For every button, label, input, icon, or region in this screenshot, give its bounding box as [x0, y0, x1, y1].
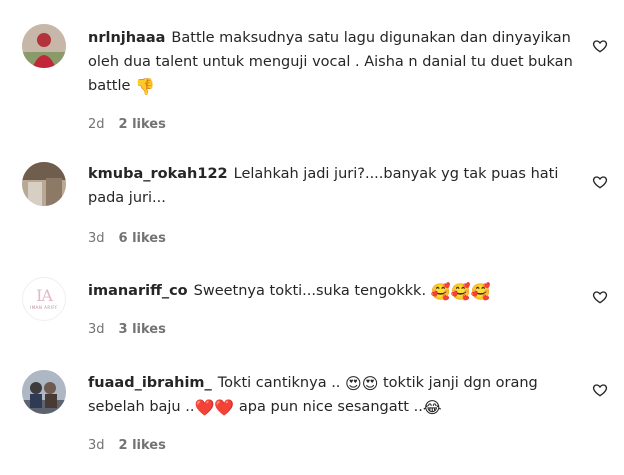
- heart-outline-icon[interactable]: [592, 382, 608, 398]
- comment-body: imanariff_co Sweetnya tokti...suka tengok…: [88, 279, 578, 303]
- comment-meta: 3d 2 likes: [88, 438, 166, 453]
- avatar-logo-subtitle: IMAN ARIFF: [30, 305, 58, 310]
- comment-item: IA IMAN ARIFF imanariff_co Sweetnya tokti…: [0, 260, 624, 355]
- comment-text: Sweetnya tokti...suka tengokkk.: [193, 283, 427, 299]
- comment-body: kmuba_rokah122 Lelahkah jadi juri?....ban…: [88, 162, 578, 210]
- comment-body: fuaad_ibrahim_ Tokti cantiknya .. 😍😍 tokt…: [88, 371, 578, 419]
- comment-likes[interactable]: 2 likes: [119, 117, 166, 132]
- comment-meta: 3d 3 likes: [88, 322, 166, 337]
- comment-likes[interactable]: 2 likes: [119, 438, 166, 453]
- avatar[interactable]: [22, 162, 66, 206]
- comment-username[interactable]: kmuba_rokah122: [88, 166, 228, 182]
- avatar-logo-letters: IA: [36, 286, 53, 305]
- comment-meta: 2d 2 likes: [88, 117, 166, 132]
- comment-text: apa pun nice sesangatt ..: [238, 399, 423, 415]
- comment-text: Tokti cantiknya ..: [217, 375, 341, 391]
- avatar[interactable]: [22, 370, 66, 414]
- comment-emoji: 😂: [422, 398, 442, 417]
- comment-username[interactable]: nrlnjhaaa: [88, 30, 165, 46]
- heart-outline-icon[interactable]: [592, 174, 608, 190]
- comment-item: nrlnjhaaa Battle maksudnya satu lagu digu…: [0, 0, 624, 140]
- comment-username[interactable]: fuaad_ibrahim_: [88, 375, 212, 391]
- comment-likes[interactable]: 6 likes: [119, 231, 166, 246]
- avatar[interactable]: IA IMAN ARIFF: [22, 277, 66, 321]
- heart-outline-icon[interactable]: [592, 38, 608, 54]
- comment-meta: 3d 6 likes: [88, 231, 166, 246]
- heart-outline-icon[interactable]: [592, 289, 608, 305]
- avatar[interactable]: [22, 24, 66, 68]
- comment-time[interactable]: 3d: [88, 438, 105, 453]
- comment-item: kmuba_rokah122 Lelahkah jadi juri?....ban…: [0, 140, 624, 260]
- comment-time[interactable]: 2d: [88, 117, 105, 132]
- comment-username[interactable]: imanariff_co: [88, 283, 188, 299]
- comment-emoji: 👎: [135, 77, 155, 96]
- comment-item: fuaad_ibrahim_ Tokti cantiknya .. 😍😍 tokt…: [0, 355, 624, 475]
- comment-body: nrlnjhaaa Battle maksudnya satu lagu digu…: [88, 26, 578, 98]
- comment-likes[interactable]: 3 likes: [119, 322, 166, 337]
- comment-emoji: ❤️❤️: [194, 398, 235, 417]
- comment-emoji: 🥰🥰🥰: [430, 282, 491, 301]
- comment-emoji: 😍😍: [345, 374, 379, 393]
- comment-time[interactable]: 3d: [88, 322, 105, 337]
- comment-time[interactable]: 3d: [88, 231, 105, 246]
